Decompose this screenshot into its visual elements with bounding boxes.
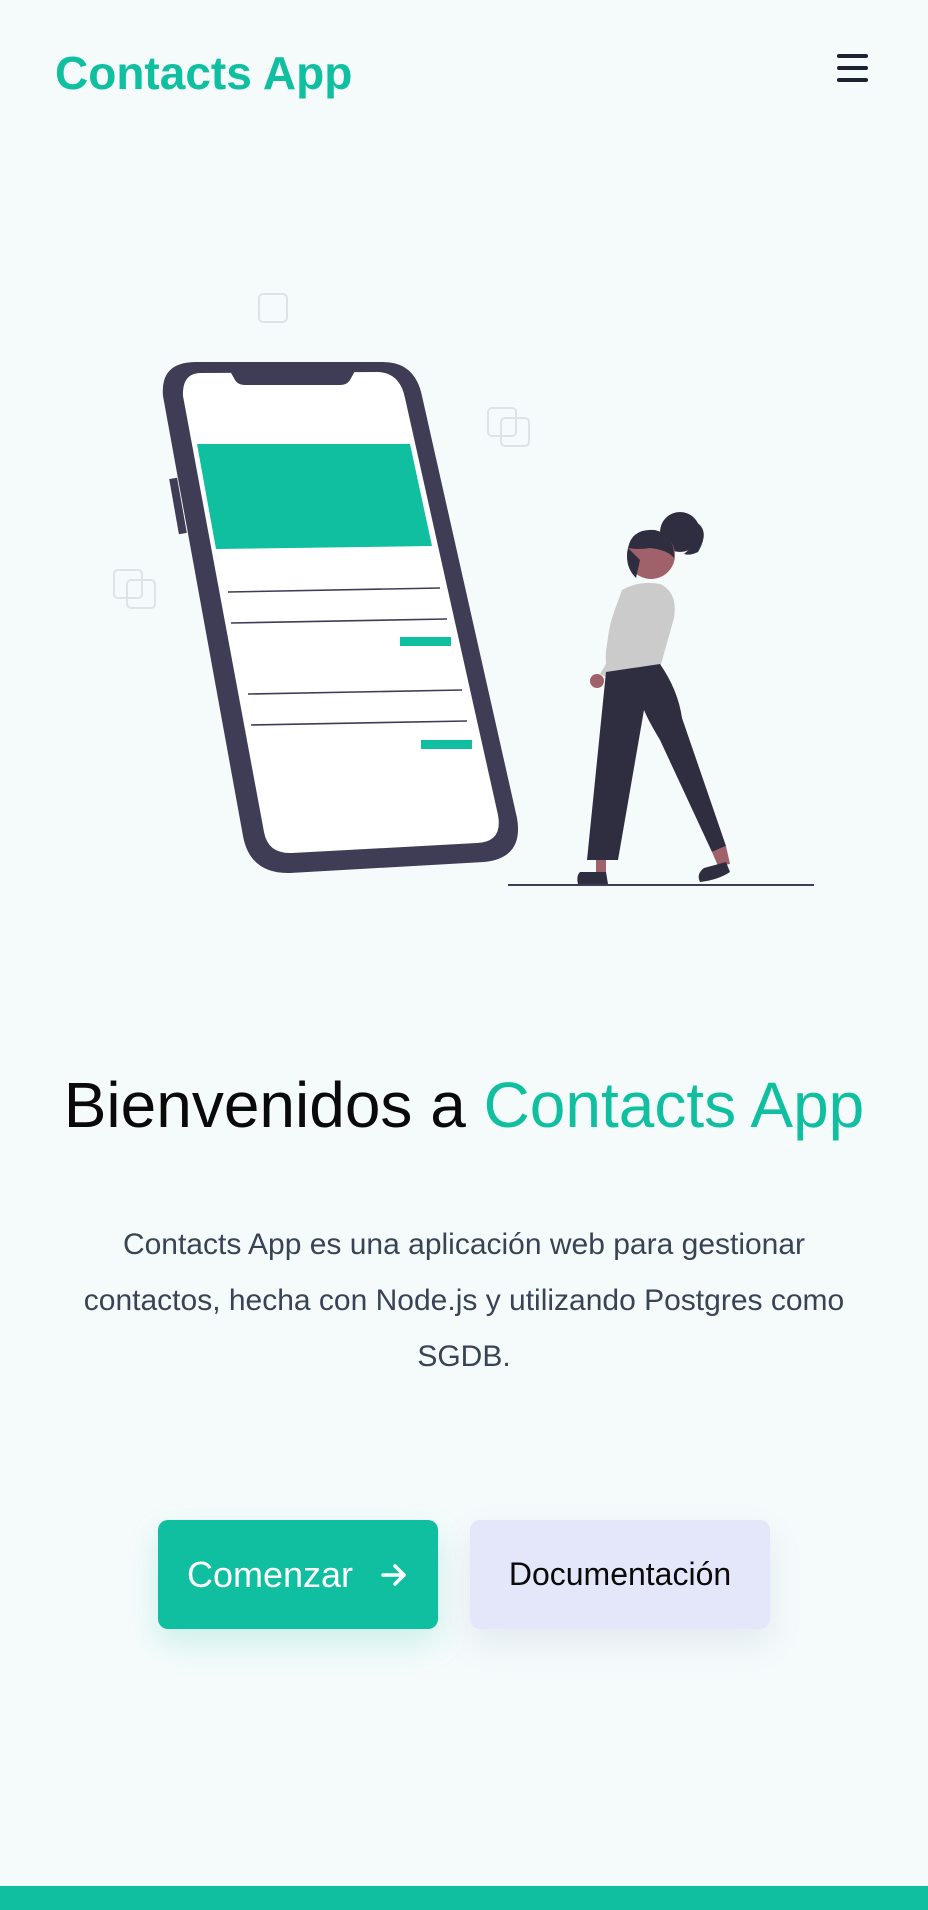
documentation-button[interactable]: Documentación: [470, 1520, 770, 1629]
footer-bar: [0, 1886, 928, 1910]
decorative-square-icon: [258, 293, 288, 323]
hero-title-prefix: Bienvenidos a: [63, 1069, 466, 1141]
start-button[interactable]: Comenzar: [158, 1520, 438, 1629]
hero-title-accent: Contacts App: [483, 1069, 865, 1141]
decorative-squares-icon: [487, 407, 530, 447]
arrow-right-icon: [381, 1563, 406, 1586]
decorative-squares-icon: [113, 569, 156, 609]
phone-illustration: [162, 362, 519, 874]
documentation-button-label: Documentación: [508, 1556, 732, 1592]
hero-title: Bienvenidos a Contacts App: [0, 1068, 928, 1142]
woman-illustration: [508, 512, 814, 886]
hero-illustration: [113, 293, 814, 886]
start-button-label: Comenzar: [186, 1553, 354, 1595]
hero-description: Contacts App es una aplicación web para …: [83, 1228, 845, 1373]
